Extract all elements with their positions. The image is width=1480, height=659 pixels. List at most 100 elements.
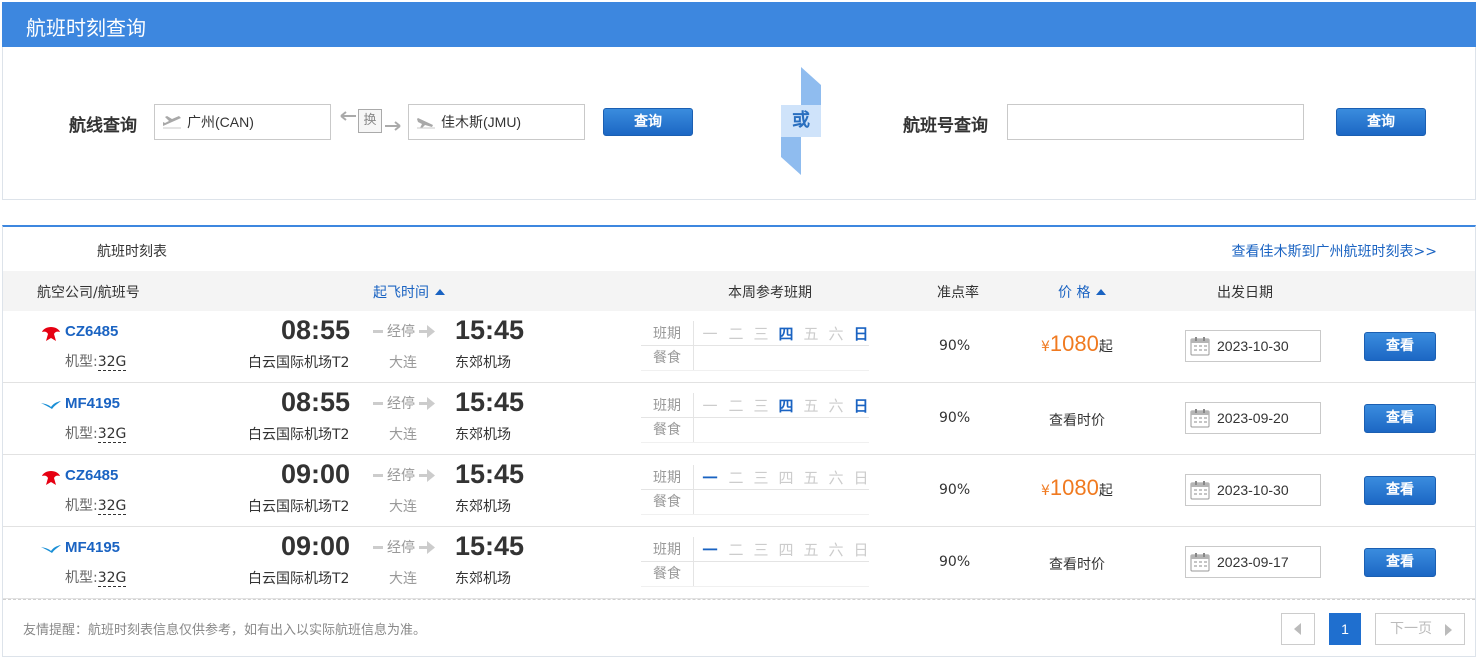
departure-time: 09:00 [281, 459, 351, 489]
calendar-icon [1190, 409, 1210, 428]
weekday-1-active: 一 [702, 542, 718, 559]
page-title: 航班时刻查询 [26, 16, 146, 40]
aircraft-prefix: 机型: [65, 426, 98, 442]
col-airline: 航空公司/航班号 [37, 285, 140, 301]
landing-plane-icon [417, 118, 435, 129]
sort-up-icon [435, 289, 445, 295]
departure-time: 09:00 [281, 531, 351, 561]
schedule-divider [641, 489, 869, 490]
schedule-divider [641, 586, 869, 587]
departure-date-input[interactable]: 2023-10-30 [1185, 330, 1321, 362]
departure-date-input[interactable]: 2023-09-20 [1185, 402, 1321, 434]
china-southern-logo-icon [42, 471, 60, 485]
flight-number[interactable]: CZ6485 [65, 467, 118, 484]
col-dep-time-label: 起飞时间 [373, 285, 429, 301]
stopover-label: 经停 [387, 396, 415, 412]
col-date: 出发日期 [1217, 285, 1273, 301]
weekday-5: 五 [803, 470, 819, 487]
weekday-5: 五 [803, 326, 819, 343]
flight-number[interactable]: MF4195 [65, 395, 120, 412]
col-price-sort[interactable]: 价 格 [1058, 282, 1107, 302]
view-price-link[interactable]: 查看时价 [1049, 554, 1105, 574]
timetable-panel: 航班时刻表 查看佳木斯到广州航班时刻表>> 航空公司/航班号 起飞时间 本周参考… [2, 225, 1476, 657]
weekday-5: 五 [803, 398, 819, 415]
footer-divider [3, 599, 1475, 600]
col-dep-time-sort[interactable]: 起飞时间 [373, 282, 445, 302]
to-city-value: 佳木斯(JMU) [441, 114, 522, 130]
weekday-3: 三 [753, 470, 769, 487]
weekly-schedule: 班期 餐食 一二三四五六日 [641, 321, 869, 371]
view-flight-button[interactable]: 查看 [1364, 476, 1436, 505]
aircraft-code[interactable]: 32G [97, 570, 127, 587]
swap-cities-button[interactable]: 换 [338, 107, 404, 135]
schedule-divider [641, 370, 869, 371]
schedule-days-label: 班期 [653, 469, 681, 485]
weekday-4: 四 [778, 542, 794, 559]
reverse-route-link[interactable]: 查看佳木斯到广州航班时刻表>> [1232, 241, 1437, 261]
schedule-divider [641, 442, 869, 443]
schedule-divider [693, 465, 694, 515]
aircraft-type: 机型:32G [65, 495, 127, 515]
weekday-2: 二 [728, 398, 744, 415]
departure-date-input[interactable]: 2023-09-17 [1185, 546, 1321, 578]
aircraft-code[interactable]: 32G [97, 426, 127, 443]
schedule-days-label: 班期 [653, 397, 681, 413]
schedule-days-label: 班期 [653, 541, 681, 557]
departure-time: 08:55 [281, 315, 351, 345]
schedule-meal-label: 餐食 [653, 565, 681, 581]
departure-date-input[interactable]: 2023-10-30 [1185, 474, 1321, 506]
next-page-button[interactable]: 下一页 [1375, 613, 1465, 645]
aircraft-prefix: 机型: [65, 570, 98, 586]
arrival-airport: 东郊机场 [455, 571, 511, 587]
view-flight-button[interactable]: 查看 [1364, 548, 1436, 577]
weekly-schedule: 班期 餐食 一二三四五六日 [641, 393, 869, 443]
weekday-4-active: 四 [778, 326, 794, 343]
next-page-label: 下一页 [1390, 621, 1432, 637]
flight-number[interactable]: MF4195 [65, 539, 120, 556]
flight-number[interactable]: CZ6485 [65, 323, 118, 340]
aircraft-type: 机型:32G [65, 423, 127, 443]
schedule-days-label: 班期 [653, 325, 681, 341]
weekday-6: 六 [828, 398, 844, 415]
weekday-1: 一 [702, 398, 718, 415]
weekday-3: 三 [753, 542, 769, 559]
from-city-value: 广州(CAN) [187, 114, 254, 130]
schedule-divider [641, 417, 869, 418]
weekday-6: 六 [828, 326, 844, 343]
arrival-airport: 东郊机场 [455, 355, 511, 371]
weekday-6: 六 [828, 470, 844, 487]
arrival-time: 15:45 [455, 315, 525, 345]
flight-number-input[interactable] [1007, 104, 1304, 140]
prev-page-button[interactable] [1281, 613, 1315, 645]
weekday-7: 日 [853, 542, 869, 559]
weekday-3: 三 [753, 398, 769, 415]
to-city-input[interactable]: 佳木斯(JMU) [408, 104, 585, 140]
stopover-city: 大连 [389, 355, 417, 371]
weekday-2: 二 [728, 470, 744, 487]
aircraft-code[interactable]: 32G [97, 498, 127, 515]
price-value: 1080 [1049, 331, 1099, 356]
arrival-airport: 东郊机场 [455, 499, 511, 515]
page-number-current[interactable]: 1 [1329, 613, 1361, 645]
xiamen-air-logo-icon [41, 401, 61, 409]
aircraft-code[interactable]: 32G [97, 354, 127, 371]
departure-time: 08:55 [281, 387, 351, 417]
flight-query-button[interactable]: 查询 [1336, 108, 1426, 136]
table-row: MF4195 机型:32G 08:55 白云国际机场T2 经停 大连 15:45 东郊机场 班期… [3, 383, 1475, 455]
aircraft-prefix: 机型: [65, 354, 98, 370]
departure-date-value: 2023-10-30 [1217, 338, 1289, 354]
route-query-button[interactable]: 查询 [603, 108, 693, 136]
view-price-link[interactable]: 查看时价 [1049, 410, 1105, 430]
price-currency: ¥ [1041, 339, 1050, 355]
price: ¥1080起 [1041, 475, 1113, 501]
weekday-1-active: 一 [702, 470, 718, 487]
view-flight-button[interactable]: 查看 [1364, 332, 1436, 361]
weekday-7-active: 日 [853, 398, 869, 415]
weekday-5: 五 [803, 542, 819, 559]
table-row: MF4195 机型:32G 09:00 白云国际机场T2 经停 大连 15:45 东郊机场 班期… [3, 527, 1475, 599]
stopover-city: 大连 [389, 571, 417, 587]
schedule-meal-label: 餐食 [653, 349, 681, 365]
view-flight-button[interactable]: 查看 [1364, 404, 1436, 433]
stopover-city: 大连 [389, 499, 417, 515]
from-city-input[interactable]: 广州(CAN) [154, 104, 331, 140]
